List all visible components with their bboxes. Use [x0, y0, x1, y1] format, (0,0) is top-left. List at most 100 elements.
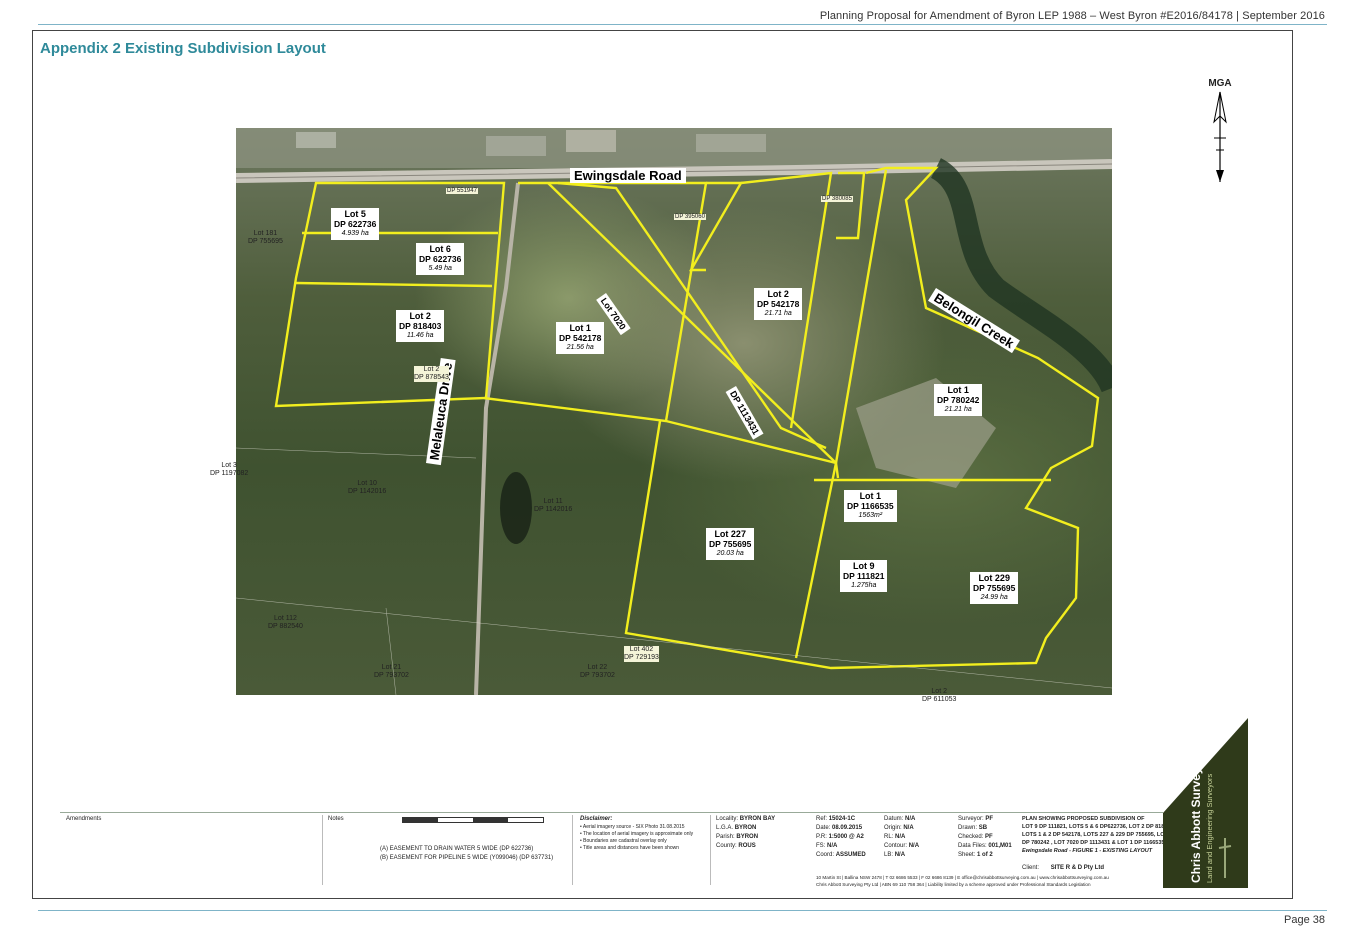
- ext-lot-name: Lot 2: [423, 366, 440, 373]
- ext-lot-dp: DP 729193: [624, 654, 659, 661]
- lot-1-1166535-label: Lot 1 DP 1166535 1563m²: [844, 490, 897, 522]
- north-label: MGA: [1208, 78, 1232, 89]
- ext-lot-dp: DP 793702: [580, 672, 615, 679]
- lot-5-label: Lot 5 DP 622736 4.939 ha: [331, 208, 380, 240]
- plan-title-line: Ewingsdale Road - FIGURE 1 - EXISTING LA…: [1022, 848, 1153, 854]
- ext-lot-dp: DP 1142016: [534, 506, 573, 513]
- lot-1-780242-label: Lot 1 DP 780242 21.21 ha: [934, 384, 983, 416]
- lot-name: Lot 9: [852, 561, 875, 571]
- title-block-rule: [60, 812, 1180, 813]
- contour-key: Contour:: [884, 843, 908, 849]
- lot-area: 20.03 ha: [716, 550, 744, 557]
- parish-value: BYRON: [736, 834, 759, 840]
- lot-9-label: Lot 9 DP 111821 1.275ha: [840, 560, 888, 592]
- sheet-key: Sheet:: [958, 852, 976, 858]
- aerial-map: Ewingsdale Road Melaleuca Drive Belongil…: [236, 128, 1112, 695]
- lot-dp: DP 818403: [399, 321, 442, 331]
- disclaimer-cell: Disclaimer: • Aerial imagery source - SI…: [580, 815, 693, 852]
- title-divider: [710, 815, 711, 885]
- lot-name: Lot 5: [344, 209, 366, 219]
- header-rule: [38, 24, 1327, 25]
- surveyor-key: Surveyor:: [958, 816, 984, 822]
- lot-dp: DP 542178: [559, 333, 602, 343]
- plan-title-line: DP 780242 , LOT 7020 DP 1113431 & LOT 1 …: [1022, 840, 1165, 846]
- drawn-value: SB: [978, 825, 988, 831]
- survey-cell: Surveyor: PF Drawn: SB Checked: PF Data …: [958, 815, 1012, 860]
- lot-area: 1563m²: [858, 512, 883, 519]
- fs-value: N/A: [827, 843, 838, 849]
- external-lot-tag: DP 551947: [446, 188, 478, 194]
- lot-dp: DP 755695: [709, 539, 752, 549]
- lot-area: 4.939 ha: [341, 230, 369, 237]
- client-cell: Client: SITE R & D Pty Ltd: [1022, 864, 1104, 873]
- lot-name: Lot 2: [767, 289, 789, 299]
- lot-name: Lot 1: [569, 323, 591, 333]
- easement-notes: (A) EASEMENT TO DRAIN WATER 5 WIDE (DP 6…: [380, 845, 553, 863]
- company-address: 10 Martin St | Ballina NSW 2478 | T 02 6…: [816, 875, 1109, 880]
- data-files-value: 001,M01: [988, 843, 1012, 849]
- lga-key: L.G.A.: [716, 825, 734, 831]
- parish-key: Parish:: [716, 834, 735, 840]
- surveyor-value: PF: [985, 816, 994, 822]
- external-lot-label: Lot 21 DP 793702: [374, 664, 409, 680]
- checked-value: PF: [985, 834, 993, 840]
- external-lot-label: Lot 181 DP 755695: [248, 230, 283, 246]
- lot-area: 5.49 ha: [428, 265, 452, 272]
- disclaimer-item: • Aerial imagery source - SIX Photo 31.0…: [580, 824, 685, 830]
- checked-key: Checked:: [958, 834, 984, 840]
- coord-value: ASSUMED: [835, 852, 866, 858]
- datum-cell: Datum: N/A Origin: N/A RL: N/A Contour: …: [884, 815, 919, 860]
- lot-area: 24.99 ha: [980, 594, 1008, 601]
- lot-name: Lot 1: [859, 491, 882, 501]
- lot-dp: DP 1166535: [847, 501, 894, 511]
- notes-cell: Notes: [328, 815, 344, 824]
- lot-227-label: Lot 227 DP 755695 20.03 ha: [706, 528, 755, 560]
- ext-lot-name: Lot 21: [381, 664, 402, 671]
- external-lot-label: Lot 11 DP 1142016: [534, 498, 572, 514]
- company-logo: Chris Abbott Surveying Land and Engineer…: [1163, 718, 1248, 888]
- north-arrow: MGA: [1205, 78, 1235, 188]
- appendix-title: Appendix 2 Existing Subdivision Layout: [40, 40, 326, 57]
- amendments-label: Amendments: [66, 816, 102, 822]
- ext-lot-name: Lot 112: [274, 615, 297, 622]
- origin-key: Origin:: [884, 825, 902, 831]
- origin-value: N/A: [903, 825, 914, 831]
- external-lot-label: Lot 2 DP 878543: [414, 366, 449, 382]
- lot-dp: DP 780242: [937, 395, 980, 405]
- contour-value: N/A: [908, 843, 920, 849]
- lb-key: LB:: [884, 852, 894, 858]
- document-header: Planning Proposal for Amendment of Byron…: [819, 10, 1325, 22]
- disclaimer-title: Disclaimer:: [580, 816, 613, 822]
- lot-name: Lot 1: [947, 385, 969, 395]
- easement-note-b: (B) EASEMENT FOR PIPELINE 5 WIDE (Y09904…: [380, 855, 554, 861]
- ewingsdale-road-label: Ewingsdale Road: [570, 168, 686, 183]
- date-key: Date:: [816, 825, 831, 831]
- ext-lot-name: Lot 22: [587, 664, 608, 671]
- ext-lot-name: Lot 11: [543, 498, 563, 505]
- data-files-key: Data Files:: [958, 843, 987, 849]
- external-lot-tag: DP 395060: [674, 214, 706, 220]
- logo-subtitle: Land and Engineering Surveyors: [1205, 773, 1214, 883]
- lot-name: Lot 6: [429, 244, 451, 254]
- locality-cell: Locality: BYRON BAY L.G.A. BYRON Parish:…: [716, 815, 775, 851]
- amendments-cell: Amendments: [66, 815, 101, 824]
- datum-value: N/A: [905, 816, 916, 822]
- ext-lot-name: Lot 402: [629, 646, 654, 653]
- ext-lot-dp: DP 882540: [268, 623, 303, 630]
- external-lot-label: Lot 10 DP 1142016: [348, 480, 386, 496]
- locality-key: Locality:: [716, 816, 739, 822]
- ext-lot-name: Lot 181: [253, 230, 278, 237]
- scale-bar: [402, 817, 544, 823]
- lot-dp: DP 542178: [757, 299, 800, 309]
- scale-value: 1:5000 @ A2: [828, 834, 864, 840]
- company-contact: 10 Martin St | Ballina NSW 2478 | T 02 6…: [816, 874, 1109, 888]
- title-divider: [322, 815, 323, 885]
- coord-key: Coord:: [816, 852, 835, 858]
- north-arrow-icon: [1213, 91, 1227, 182]
- ext-lot-dp: DP 1197082: [210, 470, 249, 477]
- client-key: Client:: [1022, 865, 1040, 871]
- external-lot-label: Lot 2 DP 611053: [922, 688, 956, 704]
- footer-rule: [38, 910, 1327, 911]
- easement-note-a: (A) EASEMENT TO DRAIN WATER 5 WIDE (DP 6…: [380, 846, 534, 852]
- county-value: ROUS: [738, 843, 756, 849]
